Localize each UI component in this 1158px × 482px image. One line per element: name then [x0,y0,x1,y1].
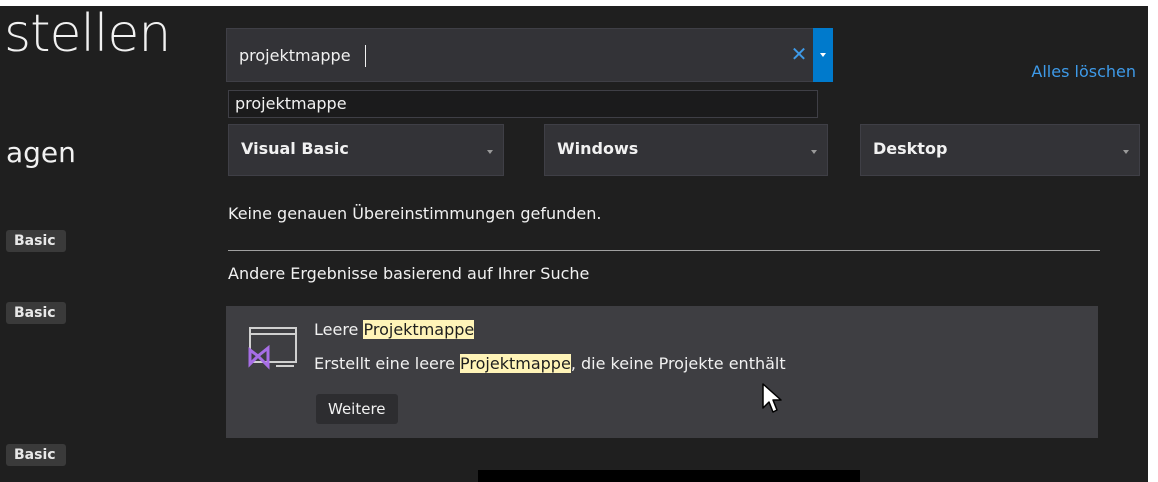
text-caret [365,45,366,67]
template-title: Leere Projektmappe [314,320,475,339]
language-filter-value: Visual Basic [241,139,349,158]
template-title-prefix: Leere [314,320,364,339]
template-search-box[interactable]: ✕ [226,28,833,82]
divider [228,250,1100,251]
project-type-filter[interactable]: Desktop [860,124,1140,176]
chevron-down-icon [1123,150,1129,154]
project-type-filter-value: Desktop [873,139,948,158]
more-button[interactable]: Weitere [316,394,398,424]
recent-template-tag: Basic [6,230,66,252]
mouse-cursor-icon [762,383,782,413]
search-input[interactable] [239,41,759,69]
close-icon[interactable]: ✕ [788,41,810,67]
search-highlight: Projektmappe [363,320,475,339]
chevron-down-icon [487,150,493,154]
search-highlight: Projektmappe [460,354,571,373]
visual-studio-solution-icon [246,322,300,374]
platform-filter[interactable]: Windows [544,124,828,176]
no-matches-message: Keine genauen Übereinstimmungen gefunden… [228,204,602,223]
chevron-down-icon [811,150,817,154]
language-filter[interactable]: Visual Basic [228,124,504,176]
recent-templates-heading: agen [6,136,76,169]
clear-all-link[interactable]: Alles löschen [1031,62,1136,81]
platform-filter-value: Windows [557,139,639,158]
template-desc-prefix: Erstellt eine leere [314,354,461,373]
template-result-card[interactable]: Leere Projektmappe Erstellt eine leere P… [226,306,1098,438]
create-project-dialog: stellen agen Basic Basic Basic ✕ projekt… [0,6,1148,482]
bottom-bar [478,470,860,482]
chevron-down-icon[interactable] [813,28,833,82]
search-suggestion[interactable]: projektmappe [228,90,818,118]
template-description: Erstellt eine leere Projektmappe, die ke… [314,354,786,373]
page-title: stellen [4,6,171,64]
recent-template-tag: Basic [6,444,66,466]
recent-template-tag: Basic [6,302,66,324]
other-results-heading: Andere Ergebnisse basierend auf Ihrer Su… [228,264,590,283]
template-desc-suffix: , die keine Projekte enthält [570,354,786,373]
